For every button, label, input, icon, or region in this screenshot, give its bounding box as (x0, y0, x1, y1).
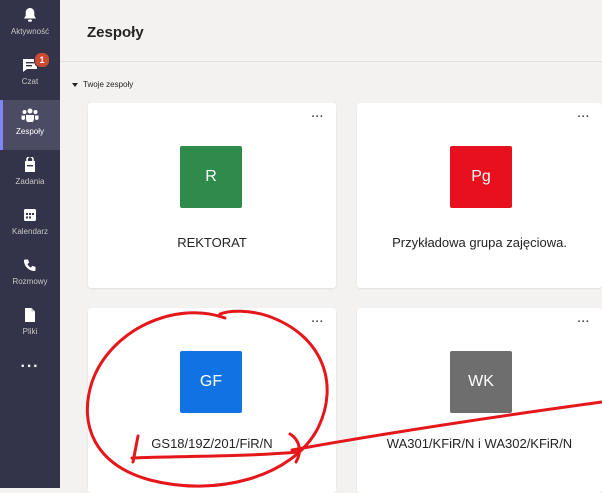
rail-item-label: Pliki (22, 327, 38, 336)
rail-item-chat[interactable]: 1 Czat (0, 50, 60, 100)
rail-item-label: Zadania (15, 177, 45, 186)
team-name: Przykładowa grupa zajęciowa. (392, 235, 567, 250)
rail-item-activity[interactable]: Aktywność (0, 0, 60, 50)
file-icon (21, 306, 39, 324)
more-options-icon[interactable]: ··· (312, 316, 325, 328)
teams-icon (21, 106, 39, 124)
phone-icon (21, 256, 39, 274)
bell-icon (21, 6, 39, 24)
team-name: GS18/19Z/201/FiR/N (151, 436, 273, 451)
team-card[interactable]: ··· R REKTORAT (88, 103, 336, 288)
team-card[interactable]: ··· WK WA301/KFiR/N i WA302/KFiR/N (357, 308, 602, 493)
rail-item-calendar[interactable]: Kalendarz (0, 200, 60, 250)
calendar-icon (21, 206, 39, 224)
rail-item-label: Czat (21, 77, 39, 86)
rail-item-label: Rozmowy (12, 277, 48, 286)
rail-item-assignments[interactable]: Zadania (0, 150, 60, 200)
section-label: Twoje zespoły (83, 80, 134, 89)
rail-item-files[interactable]: Pliki (0, 300, 60, 350)
more-options-icon[interactable]: ··· (578, 316, 591, 328)
team-avatar: WK (450, 351, 512, 413)
rail-item-label: Kalendarz (11, 227, 49, 236)
more-apps-button[interactable]: ··· (0, 358, 60, 376)
rail-item-teams[interactable]: Zespoły (0, 100, 60, 150)
unread-badge: 1 (34, 52, 50, 68)
more-options-icon[interactable]: ··· (578, 111, 591, 123)
team-card[interactable]: ··· Pg Przykładowa grupa zajęciowa. (357, 103, 602, 288)
team-name: WA301/KFiR/N i WA302/KFiR/N (386, 436, 573, 451)
team-avatar: GF (180, 351, 242, 413)
caret-down-icon (72, 82, 78, 87)
rail-item-calls[interactable]: Rozmowy (0, 250, 60, 300)
rail-item-label: Zespoły (15, 127, 44, 136)
page-title: Zespoły (87, 24, 144, 41)
assignments-icon (21, 156, 39, 174)
page-header: Zespoły (60, 0, 602, 62)
rail-item-label: Aktywność (10, 27, 50, 36)
team-name: REKTORAT (177, 235, 247, 250)
more-options-icon[interactable]: ··· (312, 111, 325, 123)
team-card[interactable]: ··· GF GS18/19Z/201/FiR/N (88, 308, 336, 493)
section-toggle[interactable]: Twoje zespoły (72, 80, 133, 89)
app-bar: Aktywność 1 Czat Zespoły Zadania Kalenda… (0, 0, 60, 488)
team-avatar: R (180, 146, 242, 208)
team-avatar: Pg (450, 146, 512, 208)
